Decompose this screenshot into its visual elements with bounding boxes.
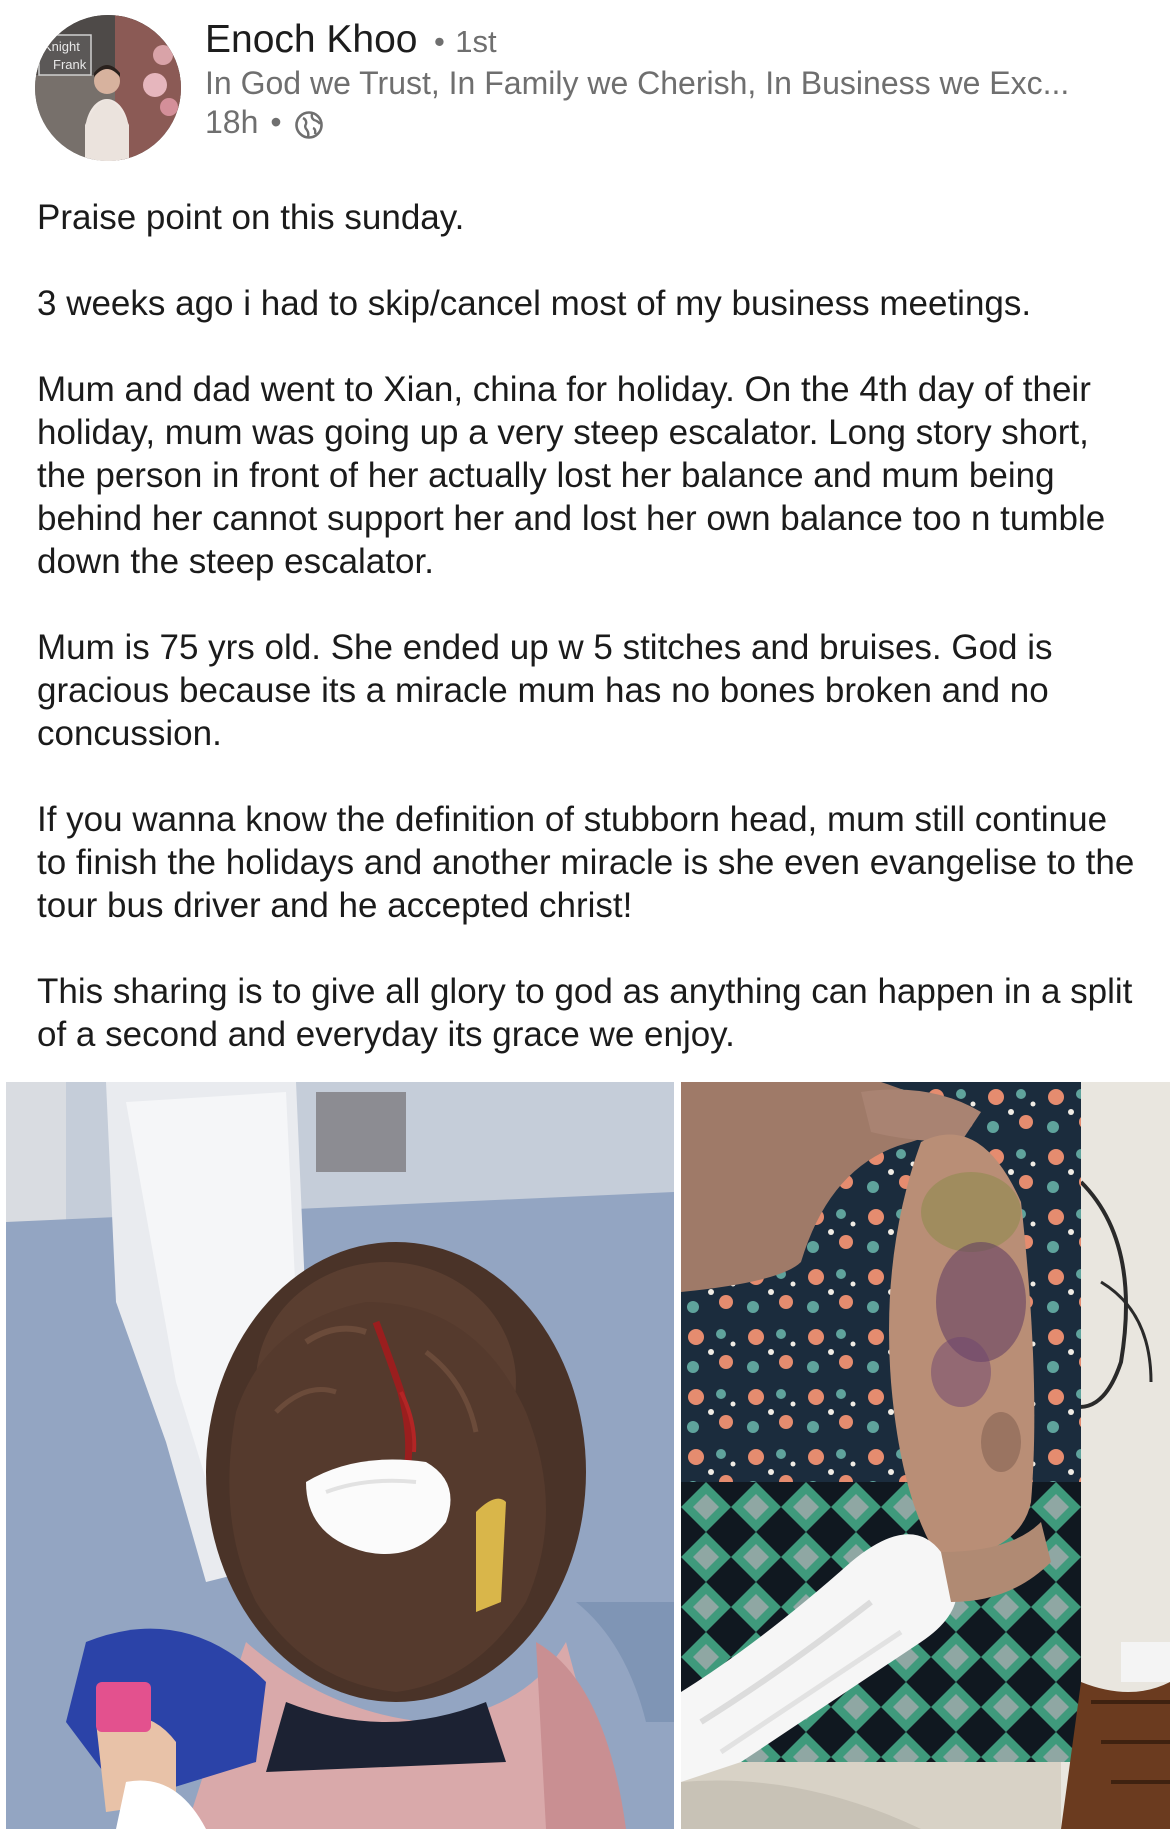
meta-separator: • [270, 104, 282, 140]
post-paragraph: Mum is 75 yrs old. She ended up w 5 stit… [37, 628, 1053, 753]
author-separator: • [433, 24, 445, 59]
globe-icon [294, 108, 324, 139]
avatar-sign-text-1: Knight [43, 39, 80, 54]
bruised-arm-photo[interactable] [681, 1082, 1170, 1829]
post-text: Praise point on this sunday. 3 weeks ago… [37, 196, 1137, 1099]
head-wound-photo[interactable] [6, 1082, 674, 1829]
post-meta: 18h • [205, 101, 324, 143]
avatar-photo: Knight Frank [35, 15, 181, 161]
post-header: Knight Frank Enoch Khoo • 1st In God we … [0, 0, 1170, 170]
post-paragraph: 3 weeks ago i had to skip/cancel most of… [37, 284, 1032, 323]
post-paragraph: Praise point on this sunday. [37, 198, 465, 237]
post-paragraph: If you wanna know the definition of stub… [37, 800, 1135, 925]
post-paragraph: This sharing is to give all glory to god… [37, 972, 1133, 1054]
connection-degree: 1st [455, 24, 497, 59]
author-avatar[interactable]: Knight Frank [35, 15, 181, 161]
avatar-sign-text-2: Frank [53, 57, 87, 72]
post-time: 18h [205, 104, 259, 140]
post-photos [6, 1082, 1170, 1829]
author-name[interactable]: Enoch Khoo [205, 18, 418, 61]
post-paragraph: Mum and dad went to Xian, china for holi… [37, 370, 1106, 581]
author-headline: In God we Trust, In Family we Cherish, I… [205, 65, 1070, 101]
